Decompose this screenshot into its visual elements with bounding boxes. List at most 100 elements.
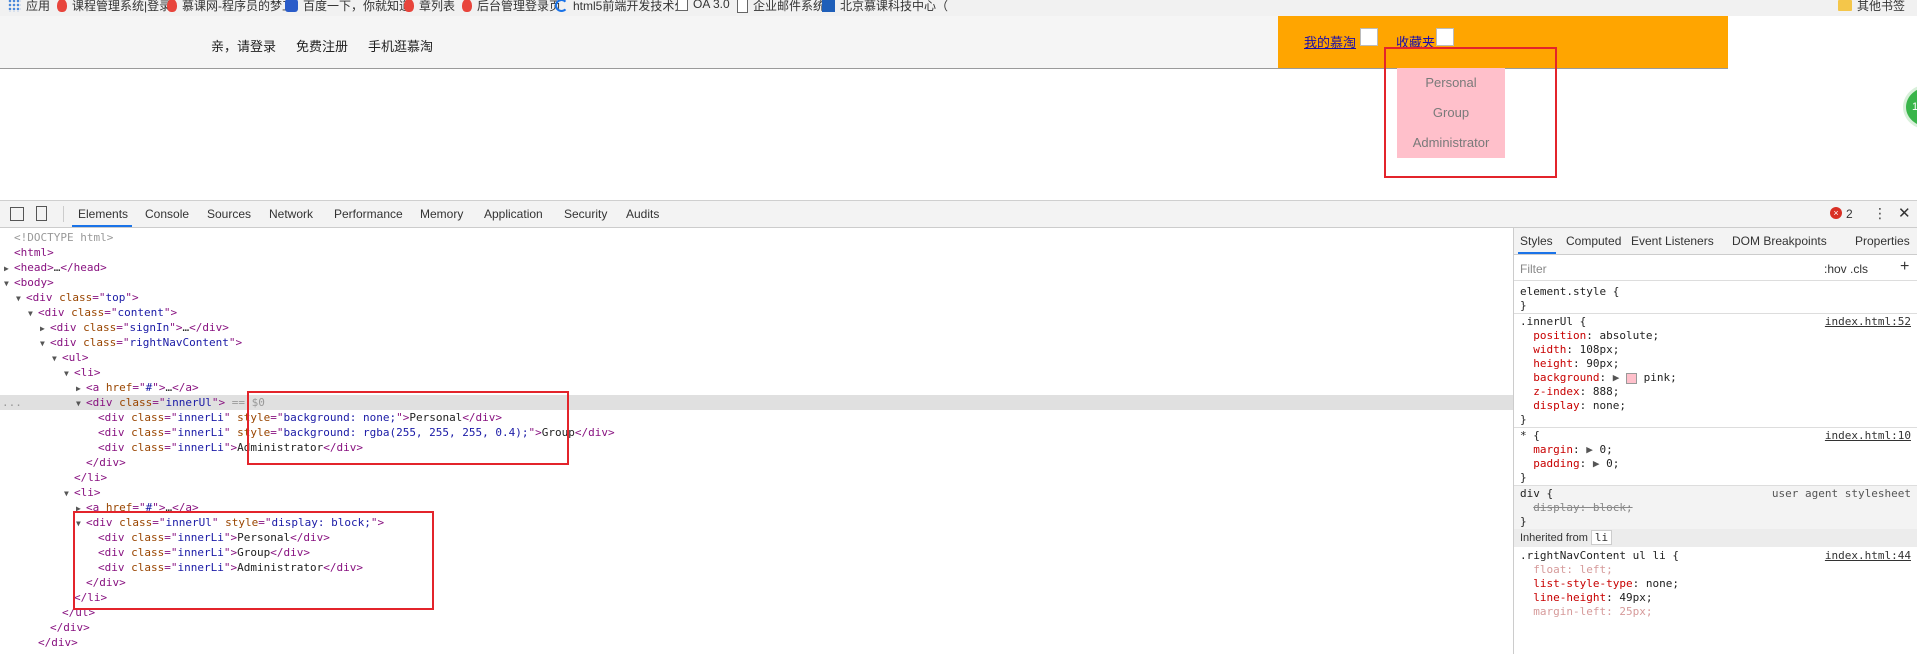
dom-token: <a <box>86 381 106 394</box>
collapse-triangle-icon[interactable]: ▼ <box>40 336 50 351</box>
styles-tab-dom-breakpoints[interactable]: DOM Breakpoints <box>1732 234 1827 248</box>
my-mutao-link[interactable]: 我的慕淘 <box>1304 32 1356 51</box>
source-link[interactable]: index.html:10 <box>1825 429 1911 443</box>
folder-icon <box>1838 0 1852 11</box>
styles-tab-event-listeners[interactable]: Event Listeners <box>1631 234 1714 248</box>
dom-node[interactable]: ▶ <div class="signIn">…</div> <box>0 320 1513 335</box>
dom-node[interactable]: ▶ <a href="#">…</a> <box>0 380 1513 395</box>
expand-triangle-icon: ▶ <box>1592 457 1607 470</box>
collapse-triangle-icon[interactable]: ▼ <box>52 351 62 366</box>
style-token: : <box>1573 443 1587 456</box>
collapse-triangle-icon[interactable]: ▼ <box>28 306 38 321</box>
dom-node[interactable]: ▼ <li> <box>0 365 1513 380</box>
style-declaration: background: ▶ pink; <box>1520 371 1676 385</box>
dom-node[interactable]: ▼ <div class="content"> <box>0 305 1513 320</box>
device-toolbar-icon[interactable] <box>36 206 47 221</box>
dom-node[interactable]: <html> <box>0 245 1513 260</box>
error-icon[interactable]: × <box>1830 207 1842 219</box>
collapse-triangle-icon[interactable]: ▼ <box>76 396 86 411</box>
property-value: none <box>1592 399 1620 412</box>
property-name: position <box>1533 329 1587 342</box>
tab-console[interactable]: Console <box>145 207 189 221</box>
bookmark-label: 其他书签 <box>1857 0 1906 13</box>
tab-elements[interactable]: Elements <box>78 207 128 221</box>
bookmark-label: 企业邮件系统 <box>753 0 826 13</box>
expand-triangle-icon[interactable]: ▶ <box>76 381 86 396</box>
source-link[interactable]: index.html:44 <box>1825 549 1911 563</box>
dom-node[interactable]: ▼ <div class="rightNavContent"> <box>0 335 1513 350</box>
row-menu-icon[interactable]: ... <box>2 395 22 410</box>
color-swatch[interactable] <box>1625 372 1637 384</box>
bookmark-item[interactable]: 应用 <box>8 0 50 14</box>
style-token <box>1520 329 1533 342</box>
style-token <box>1520 591 1533 604</box>
document-icon <box>737 0 748 13</box>
dom-node[interactable]: ▶ <head>…</head> <box>0 260 1513 275</box>
inspect-element-icon[interactable] <box>10 207 24 221</box>
collapse-triangle-icon[interactable]: ▼ <box>16 291 26 306</box>
dom-node[interactable]: <div class="innerLi" style="background: … <box>0 425 1513 440</box>
tab-application[interactable]: Application <box>484 207 543 221</box>
tab-network[interactable]: Network <box>269 207 313 221</box>
bookmark-item[interactable]: 其他书签 <box>1838 0 1905 14</box>
dom-node[interactable]: ▼ <li> <box>0 485 1513 500</box>
tab-security[interactable]: Security <box>564 207 607 221</box>
tab-audits[interactable]: Audits <box>626 207 659 221</box>
dom-token: =" <box>164 426 178 439</box>
error-count[interactable]: 2 <box>1846 207 1853 221</box>
collapse-triangle-icon[interactable]: ▼ <box>4 276 14 291</box>
styles-pane: Styles Computed Event Listeners DOM Breakpo… <box>1514 228 1917 654</box>
bookmark-item[interactable]: 慕课网-程序员的梦工 <box>167 0 294 14</box>
more-options-icon[interactable]: ⋮ <box>1873 205 1887 222</box>
floating-badge[interactable]: 13 <box>1903 84 1917 130</box>
bookmark-item[interactable]: 课程管理系统|登录 <box>57 0 171 14</box>
bookmark-label: OA 3.0 <box>693 0 730 11</box>
style-token: : <box>1599 371 1613 384</box>
new-rule-icon[interactable]: + <box>1900 258 1909 276</box>
bookmark-item[interactable]: 北京慕课科技中心（ <box>822 0 948 14</box>
dom-node[interactable]: </div> <box>0 620 1513 635</box>
dom-node-selected[interactable]: ▼ <div class="innerUl"> == $0... <box>0 395 1513 410</box>
baidu-paw-icon <box>285 0 298 12</box>
dom-node[interactable]: </div> <box>0 635 1513 650</box>
dom-node[interactable]: ▼ <div class="top"> <box>0 290 1513 305</box>
source-link[interactable]: index.html:52 <box>1825 315 1911 329</box>
bookmark-item[interactable]: html5前端开发技术分 <box>555 0 686 14</box>
expand-triangle-icon[interactable]: ▶ <box>40 321 50 336</box>
dom-node[interactable]: <!DOCTYPE html> <box>0 230 1513 245</box>
bookmark-item[interactable]: 企业邮件系统 <box>737 0 825 14</box>
bookmark-item[interactable]: 后台管理登录页 <box>462 0 561 14</box>
bookmark-label: 后台管理登录页 <box>477 0 562 13</box>
login-link[interactable]: 亲，请登录 <box>211 36 276 55</box>
inherited-element-chip[interactable]: li <box>1590 530 1613 545</box>
bookmark-item[interactable]: 百度一下，你就知道 <box>285 0 411 14</box>
style-declaration: display: block; <box>1520 501 1632 515</box>
dom-token: <body> <box>14 276 54 289</box>
close-devtools-icon[interactable]: ✕ <box>1898 204 1911 222</box>
hov-cls-toggle[interactable]: :hov .cls <box>1824 262 1868 276</box>
collapse-triangle-icon[interactable]: ▼ <box>64 366 74 381</box>
tab-sources[interactable]: Sources <box>207 207 251 221</box>
styles-filter-input[interactable]: Filter <box>1520 262 1547 276</box>
register-link[interactable]: 免费注册 <box>296 36 348 55</box>
mobile-link[interactable]: 手机逛慕淘 <box>368 36 433 55</box>
bookmark-item[interactable]: OA 3.0 <box>677 0 730 11</box>
flame-icon <box>404 0 414 12</box>
tab-memory[interactable]: Memory <box>420 207 463 221</box>
dom-token: =" <box>116 336 130 349</box>
tab-performance[interactable]: Performance <box>334 207 403 221</box>
dom-node[interactable]: </div> <box>0 455 1513 470</box>
dom-node[interactable]: <div class="innerLi" style="background: … <box>0 410 1513 425</box>
styles-tab-properties[interactable]: Properties <box>1855 234 1910 248</box>
styles-tab-styles[interactable]: Styles <box>1520 234 1553 248</box>
expand-triangle-icon[interactable]: ▶ <box>4 261 14 276</box>
dom-node[interactable]: </li> <box>0 470 1513 485</box>
collapse-triangle-icon[interactable]: ▼ <box>64 486 74 501</box>
style-declaration: padding: ▶ 0; <box>1520 457 1619 471</box>
bookmark-item[interactable]: 章列表 <box>404 0 455 14</box>
dom-node[interactable]: <div class="innerLi">Administrator</div> <box>0 440 1513 455</box>
styles-tab-computed[interactable]: Computed <box>1566 234 1621 248</box>
dom-node[interactable]: ▼ <body> <box>0 275 1513 290</box>
style-token: : <box>1579 457 1593 470</box>
dom-node[interactable]: ▼ <ul> <box>0 350 1513 365</box>
